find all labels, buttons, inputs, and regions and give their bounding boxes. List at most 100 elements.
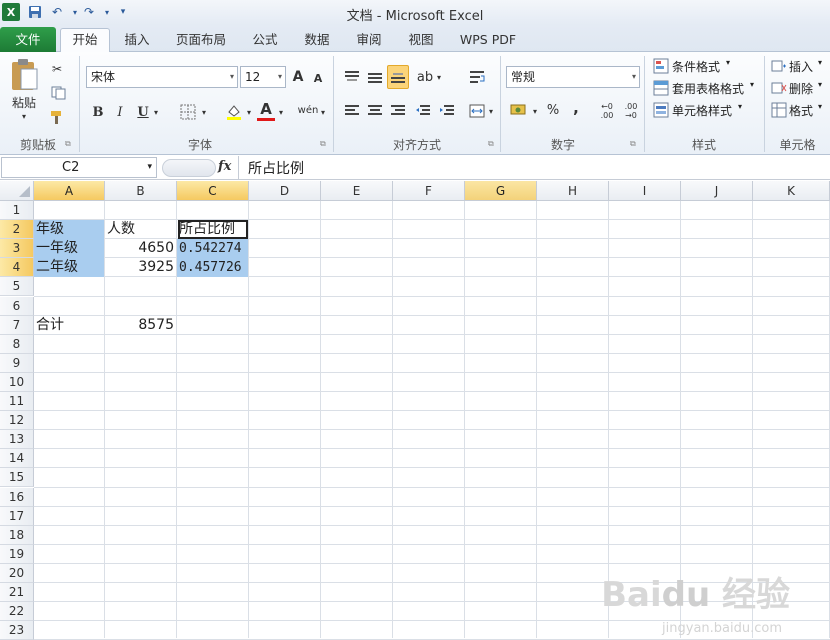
border-dropdown-icon[interactable]: ▾ <box>199 104 209 120</box>
chevron-down-icon[interactable]: ▾ <box>818 80 822 89</box>
currency-icon[interactable] <box>508 100 530 120</box>
cut-icon[interactable]: ✂ <box>48 60 66 78</box>
chevron-down-icon[interactable]: ▾ <box>750 80 754 89</box>
select-all-button[interactable] <box>0 181 34 201</box>
conditional-format-icon[interactable] <box>652 57 670 75</box>
column-header-f[interactable]: F <box>393 181 465 201</box>
row-header-21[interactable]: 21 <box>0 583 34 602</box>
row-header-10[interactable]: 10 <box>0 372 34 392</box>
tab-data[interactable]: 数据 <box>294 29 340 52</box>
cell-a7[interactable]: 合计 <box>34 316 104 335</box>
row-header-2[interactable]: 2 <box>0 220 34 240</box>
name-box[interactable]: C2 ▾ <box>1 157 157 178</box>
row-header-12[interactable]: 12 <box>0 411 34 431</box>
row-header-13[interactable]: 13 <box>0 430 34 450</box>
cell-c3[interactable]: 0.542274 <box>177 239 248 259</box>
align-right-icon[interactable] <box>387 101 409 121</box>
decrease-decimal-icon[interactable]: .00 →0 <box>620 100 642 122</box>
copy-icon[interactable] <box>48 84 70 102</box>
paste-dropdown-icon[interactable]: ▾ <box>18 111 30 121</box>
decrease-indent-icon[interactable] <box>412 101 434 121</box>
column-header-j[interactable]: J <box>681 181 753 201</box>
merge-dropdown-icon[interactable]: ▾ <box>486 104 496 118</box>
cell-a2[interactable]: 年级 <box>34 220 104 240</box>
tab-view[interactable]: 视图 <box>398 29 444 52</box>
column-header-i[interactable]: I <box>609 181 681 201</box>
column-header-g[interactable]: G <box>465 181 537 201</box>
insert-cells-icon[interactable] <box>770 57 788 75</box>
tab-insert[interactable]: 插入 <box>114 29 160 52</box>
column-header-c[interactable]: C <box>177 181 249 201</box>
formula-input[interactable]: 所占比例 <box>248 158 304 178</box>
number-launcher-icon[interactable]: ⧉ <box>630 139 636 149</box>
shrink-font-button[interactable]: A <box>310 70 326 86</box>
cell-b2[interactable]: 人数 <box>105 220 176 239</box>
border-icon[interactable] <box>178 102 198 122</box>
align-center-icon[interactable] <box>364 101 386 121</box>
format-cells-icon[interactable] <box>770 101 788 119</box>
conditional-format-button[interactable]: 条件格式 <box>672 58 720 75</box>
cell-a3[interactable]: 一年级 <box>34 239 104 259</box>
cell-a4[interactable]: 二年级 <box>34 258 104 278</box>
row-header-7[interactable]: 7 <box>0 315 34 335</box>
tab-page-layout[interactable]: 页面布局 <box>168 29 234 52</box>
font-launcher-icon[interactable]: ⧉ <box>320 139 326 149</box>
orientation-dropdown-icon[interactable]: ▾ <box>434 70 444 84</box>
row-header-1[interactable]: 1 <box>0 201 34 220</box>
phonetic-dropdown-icon[interactable]: ▾ <box>318 104 328 120</box>
increase-indent-icon[interactable] <box>436 101 458 121</box>
bold-button[interactable]: B <box>89 102 107 122</box>
paste-button[interactable]: 粘贴 <box>6 94 42 110</box>
column-header-e[interactable]: E <box>321 181 393 201</box>
column-header-k[interactable]: K <box>753 181 830 201</box>
chevron-down-icon[interactable]: ▾ <box>818 58 822 67</box>
cell-b7[interactable]: 8575 <box>105 316 176 335</box>
formula-bar-splitter[interactable] <box>162 159 216 177</box>
align-top-icon[interactable] <box>341 66 363 88</box>
format-as-table-button[interactable]: 套用表格格式 <box>672 80 744 97</box>
alignment-launcher-icon[interactable]: ⧉ <box>488 139 494 149</box>
delete-cells-icon[interactable] <box>770 79 788 97</box>
row-header-6[interactable]: 6 <box>0 296 34 316</box>
paste-icon[interactable] <box>8 57 40 93</box>
chevron-down-icon[interactable]: ▾ <box>726 58 730 67</box>
font-size-combo[interactable]: 12 ▾ <box>240 66 286 88</box>
row-header-8[interactable]: 8 <box>0 334 34 354</box>
tab-home[interactable]: 开始 <box>60 28 110 53</box>
row-header-20[interactable]: 20 <box>0 563 34 583</box>
row-header-23[interactable]: 23 <box>0 621 34 640</box>
chevron-down-icon[interactable]: ▾ <box>818 102 822 111</box>
tab-formulas[interactable]: 公式 <box>242 29 288 52</box>
cell-b4[interactable]: 3925 <box>105 258 176 277</box>
number-format-combo[interactable]: 常规 ▾ <box>506 66 640 88</box>
format-cells-button[interactable]: 格式 <box>789 102 813 119</box>
merge-center-icon[interactable] <box>466 101 488 121</box>
format-as-table-icon[interactable] <box>652 79 670 97</box>
fill-color-icon[interactable] <box>224 102 244 122</box>
chevron-down-icon[interactable]: ▾ <box>147 158 152 177</box>
chevron-down-icon[interactable]: ▾ <box>738 102 742 111</box>
font-color-dropdown-icon[interactable]: ▾ <box>276 104 286 120</box>
row-header-17[interactable]: 17 <box>0 506 34 526</box>
row-header-15[interactable]: 15 <box>0 468 34 488</box>
delete-cells-button[interactable]: 删除 <box>789 80 813 97</box>
percent-button[interactable]: % <box>543 100 563 120</box>
row-header-11[interactable]: 11 <box>0 392 34 411</box>
fill-color-dropdown-icon[interactable]: ▾ <box>244 104 254 120</box>
tab-wps-pdf[interactable]: WPS PDF <box>452 29 524 52</box>
font-name-combo[interactable]: 宋体 ▾ <box>86 66 238 88</box>
row-header-14[interactable]: 14 <box>0 449 34 469</box>
underline-button[interactable]: U <box>134 102 152 122</box>
format-painter-icon[interactable] <box>48 108 66 126</box>
phonetic-icon[interactable]: wén <box>298 100 319 120</box>
row-header-22[interactable]: 22 <box>0 602 34 622</box>
increase-decimal-icon[interactable]: ←0.00 <box>596 100 618 122</box>
row-header-5[interactable]: 5 <box>0 277 34 297</box>
comma-button[interactable]: , <box>566 98 586 118</box>
column-header-d[interactable]: D <box>249 181 321 201</box>
row-header-18[interactable]: 18 <box>0 525 34 545</box>
spreadsheet-grid[interactable]: ABCDEFGHIJK 1 2 3 4 5 6 7 8 9 10 11 12 13 14 15 16 17 18 1… <box>0 181 830 640</box>
grow-font-button[interactable]: A <box>289 68 307 86</box>
column-header-b[interactable]: B <box>105 181 177 201</box>
italic-button[interactable]: I <box>111 102 129 122</box>
